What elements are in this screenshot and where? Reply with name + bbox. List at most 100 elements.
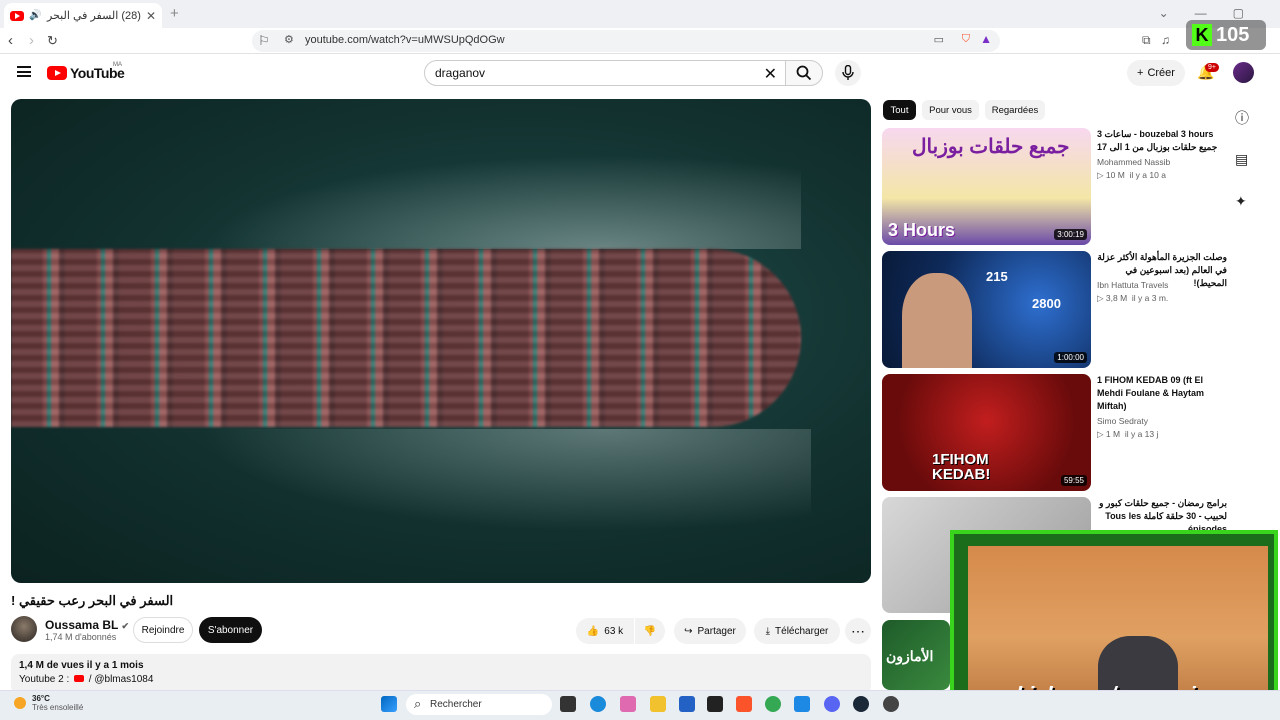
weather-widget[interactable]: 36°C Très ensoleillé [14, 694, 83, 712]
duration-badge: 59:55 [1060, 475, 1087, 486]
channel-avatar[interactable] [11, 616, 37, 642]
recommendation-stats: ▷ 10 M il y a 10 a [1097, 170, 1166, 180]
recommendation-thumbnail[interactable]: 1FIHOM KEDAB! 59:55 [882, 374, 1091, 491]
chip-watched[interactable]: Regardées [985, 100, 1045, 120]
subscribe-button[interactable]: S'abonner [199, 617, 262, 643]
app-icon[interactable] [883, 696, 899, 712]
info-icon[interactable]: ⓘ [1235, 108, 1249, 128]
maximize-icon[interactable]: ▢ [1233, 6, 1244, 20]
search-button[interactable] [785, 60, 823, 86]
menu-icon[interactable] [17, 66, 31, 77]
youtube-small-icon [74, 675, 85, 682]
download-button[interactable]: ⤓ Télécharger [754, 618, 840, 644]
weather-text: Très ensoleillé [32, 703, 84, 712]
task-view-icon[interactable] [560, 696, 576, 712]
chrome-icon[interactable] [765, 696, 781, 712]
share-button[interactable]: ↪ Partager [674, 618, 746, 644]
file-explorer-icon[interactable] [650, 696, 666, 712]
like-button[interactable]: 👍 63 k [576, 618, 634, 644]
like-count: 63 k [604, 625, 624, 637]
cast-icon[interactable]: ▭ [934, 33, 944, 46]
youtube-logo[interactable]: YouTube MA [47, 62, 125, 81]
more-actions-button[interactable]: ⋯ [845, 618, 871, 644]
address-toolbar: ‹ › ↻ ⚐ ⚙ youtube.com/watch?v=uMWSUpQdOG… [0, 28, 1280, 54]
recommendation-stats: ▷ 1 M il y a 13 j [1097, 429, 1159, 439]
microphone-icon [842, 65, 854, 80]
back-icon[interactable]: ‹ [8, 32, 13, 49]
channel-name[interactable]: Oussama BL ✔ [45, 618, 129, 632]
thumbnail-text: 3 Hours [888, 220, 956, 240]
store-icon[interactable] [679, 696, 695, 712]
media-icon[interactable]: ♫ [1161, 33, 1170, 47]
recommendation-title[interactable]: 1 FIHOM KEDAB 09 (ft El Mehdi Foulane & … [1097, 374, 1227, 413]
terminal-icon[interactable] [707, 696, 723, 712]
create-button[interactable]: + Créer [1127, 60, 1185, 86]
brave-shield-icon[interactable]: ⛉ [962, 33, 970, 46]
browser-tab-bar: 🔊 (28) السفر في البحر رعب حقيقي ✕ + ⌄ — … [0, 0, 1280, 28]
omnibox[interactable]: ⚐ ⚙ youtube.com/watch?v=uMWSUpQdOGw ▭ ⛉ … [252, 30, 1000, 52]
thumbnail-text: 1FIHOM KEDAB! [932, 451, 991, 483]
mail-icon[interactable] [794, 696, 810, 712]
recommendation-thumbnail[interactable]: جميع حلقات بوزبال 3 Hours 3:00:19 [882, 128, 1091, 245]
recommendation-channel[interactable]: Simo Sedraty [1097, 416, 1148, 426]
notification-count-badge: 9+ [1205, 63, 1219, 72]
brave-icon[interactable] [736, 696, 752, 712]
thumbs-up-icon: 👍 [586, 625, 600, 637]
search-value: draganov [435, 66, 486, 80]
extensions-icon[interactable]: ⧉ [1142, 33, 1151, 48]
sparkle-icon[interactable]: ✦ [1235, 193, 1247, 210]
views-and-date: 1,4 M de vues il y a 1 mois [19, 660, 144, 671]
brave-rewards-icon[interactable]: ▲ [980, 32, 992, 46]
windows-start-icon[interactable] [381, 696, 397, 712]
minimize-icon[interactable]: — [1195, 6, 1207, 20]
clear-search-icon[interactable]: ✕ [764, 64, 777, 84]
discord-icon[interactable] [824, 696, 840, 712]
url-text[interactable]: youtube.com/watch?v=uMWSUpQdOGw [305, 34, 505, 46]
water-wake [131, 429, 811, 549]
kick-logo-icon: K [1192, 24, 1212, 46]
tab-title: (28) السفر في البحر رعب حقيقي [46, 10, 141, 22]
copilot-icon[interactable] [620, 696, 636, 712]
video-player[interactable] [11, 99, 871, 583]
duration-badge: 1:00:00 [1054, 352, 1087, 363]
close-tab-icon[interactable]: ✕ [146, 9, 156, 23]
recommendation-channel[interactable]: Mohammed Nassib [1097, 157, 1170, 167]
voice-search-button[interactable] [835, 60, 861, 86]
water-wake [141, 139, 801, 249]
edge-icon[interactable] [590, 696, 606, 712]
site-info-icon[interactable]: ⚙ [284, 33, 294, 46]
bookmark-icon[interactable]: ⚐ [258, 33, 270, 49]
duration-badge: 3:00:19 [1054, 229, 1087, 240]
recommendation-thumbnail[interactable]: الأمازون [882, 620, 950, 690]
recommendation-title[interactable]: 3 ساعات - bouzebal 3 hours جميع حلقات بو… [1097, 128, 1227, 154]
browser-tab-active[interactable]: 🔊 (28) السفر في البحر رعب حقيقي ✕ [4, 3, 162, 28]
create-label: Créer [1147, 67, 1175, 79]
search-input[interactable]: draganov ✕ [424, 60, 786, 86]
chip-for-you[interactable]: Pour vous [922, 100, 979, 120]
more-icon: ⋯ [851, 622, 865, 639]
download-label: Télécharger [775, 625, 829, 637]
chat-icon[interactable]: ▤ [1235, 151, 1248, 168]
video-title: السفر في البحر رعب حقيقي ! [11, 593, 174, 608]
speaker-icon[interactable]: 🔊 [29, 10, 41, 21]
plus-icon: + [1137, 67, 1144, 79]
thumbnail-text: جميع حلقات بوزبال [912, 136, 1070, 158]
dislike-button[interactable]: 👎 [635, 618, 665, 644]
account-avatar[interactable] [1233, 62, 1254, 83]
window-controls: ⌄ — ▢ [1159, 0, 1280, 20]
recommendation-title[interactable]: برامج رمضان - جميع حلقات كبور و لحبيب - … [1097, 497, 1227, 533]
recommendation-channel[interactable]: Ibn Hattuta Travels [1097, 280, 1168, 290]
chevron-down-icon[interactable]: ⌄ [1159, 6, 1169, 20]
steam-icon[interactable] [853, 696, 869, 712]
join-button[interactable]: Rejoindre [133, 617, 193, 643]
recommendation-stats: ▷ 3,8 M il y a 3 m. [1097, 293, 1169, 303]
reload-icon[interactable]: ↻ [47, 33, 58, 49]
kick-viewer-badge: K 105 [1186, 20, 1266, 50]
taskbar-search-input[interactable]: Rechercher [406, 694, 552, 715]
channel-handle-link[interactable]: / @blmas1084 [89, 674, 154, 685]
chip-all[interactable]: Tout [883, 100, 916, 120]
verified-icon: ✔ [121, 621, 130, 631]
recommendation-thumbnail[interactable]: 215 2800 1:00:00 [882, 251, 1091, 368]
forward-icon[interactable]: › [29, 32, 34, 49]
new-tab-icon[interactable]: + [170, 5, 179, 22]
